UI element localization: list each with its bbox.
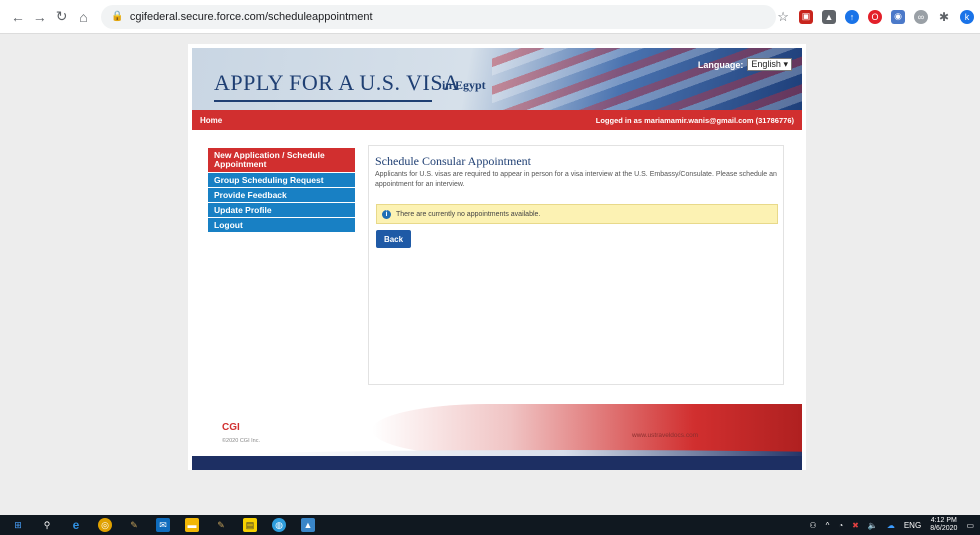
windows-taskbar: ⊞ ⚲ e ◎ ✎ ✉ ▬ ✎ ▤ ◍ ▲ ⚇ ^ ◔ ✖ 🔈 ☁ ENG 4:… <box>0 515 980 535</box>
clock-date: 8/6/2020 <box>930 525 958 532</box>
star-icon[interactable]: ☆ <box>776 9 790 24</box>
footer-red-wave <box>372 404 802 456</box>
reload-icon[interactable]: ↻ <box>52 7 72 27</box>
app-tool-icon[interactable]: ✎ <box>127 518 141 532</box>
alert-icon[interactable]: ✖ <box>852 521 859 530</box>
puzzle-icon[interactable]: ✱ <box>937 10 951 24</box>
photos-icon[interactable]: ▲ <box>301 518 315 532</box>
login-status: Logged in as mariamamir.wanis@gmail.com … <box>595 115 794 125</box>
forward-arrow-icon[interactable]: → <box>30 7 50 27</box>
menu-item-new-application[interactable]: New Application / Schedule Appointment <box>208 148 355 173</box>
banner-title: APPLY FOR A U.S. VISA <box>214 70 460 102</box>
drive-icon[interactable]: ▲ <box>822 9 837 24</box>
footer: CGI ©2020 CGI Inc. www.ustraveldocs.com <box>192 400 802 470</box>
extensions-area: ☆ ▣ ▲ ↑ O ◉ ∞ ✱ k <box>776 9 975 24</box>
opera-icon[interactable]: O <box>868 9 883 24</box>
notification-icon[interactable]: ▭ <box>966 521 974 530</box>
pdf-icon[interactable]: ▣ <box>799 9 814 24</box>
system-tray: ⚇ ^ ◔ ✖ 🔈 ☁ ENG 4:12 PM 8/6/2020 ▭ <box>809 517 974 533</box>
outlook-icon[interactable]: ✉ <box>156 518 170 532</box>
chrome-icon[interactable]: ◎ <box>98 518 112 532</box>
alert-text: There are currently no appointments avai… <box>396 210 541 218</box>
menu-item-update-profile[interactable]: Update Profile <box>208 203 355 218</box>
browser-toolbar: ← → ↻ ⌂ 🔒 cgifederal.secure.force.com/sc… <box>0 0 980 34</box>
home-icon[interactable]: ⌂ <box>74 7 94 27</box>
chevron-down-icon: ▾ <box>783 59 788 69</box>
file-explorer-icon[interactable]: ▬ <box>185 518 199 532</box>
home-link[interactable]: Home <box>200 116 222 125</box>
search-icon[interactable]: ⚲ <box>40 518 54 532</box>
banner-title-text: APPLY FOR A U.S. VISA <box>214 70 460 95</box>
menu-item-logout[interactable]: Logout <box>208 218 355 233</box>
url-text: cgifederal.secure.force.com/scheduleappo… <box>129 10 373 23</box>
no-appointments-alert: i There are currently no appointments av… <box>376 204 778 224</box>
language-selector: Language: English ▾ <box>698 58 792 71</box>
banner-country: in Egypt <box>442 78 486 92</box>
top-nav-bar: Home Logged in as mariamamir.wanis@gmail… <box>192 110 802 130</box>
address-bar[interactable]: 🔒 cgifederal.secure.force.com/scheduleap… <box>101 4 777 29</box>
lock-icon: 🔒 <box>111 11 124 22</box>
clock-time: 4:12 PM <box>930 517 957 524</box>
arrow-up-icon[interactable]: ↑ <box>845 9 860 24</box>
volume-icon[interactable]: 🔈 <box>868 521 878 530</box>
edge-icon[interactable]: e <box>69 518 83 532</box>
windows-start-icon[interactable]: ⊞ <box>11 518 25 532</box>
onedrive-icon[interactable]: ☁ <box>887 521 895 530</box>
description-text: Applicants for U.S. visas are required t… <box>375 171 777 188</box>
back-arrow-icon[interactable]: ← <box>8 7 28 27</box>
chevron-up-icon[interactable]: ^ <box>826 521 830 530</box>
menu-item-feedback[interactable]: Provide Feedback <box>208 188 355 203</box>
profile-icon[interactable]: k <box>960 9 975 24</box>
info-icon: i <box>382 209 391 219</box>
appointment-panel: Schedule Consular Appointment Applicants… <box>368 145 784 385</box>
page-card: APPLY FOR A U.S. VISA in Egypt Language:… <box>188 44 806 470</box>
network-icon[interactable]: ◔ <box>838 521 843 530</box>
globe-icon[interactable]: ◍ <box>272 518 286 532</box>
link-icon[interactable]: ∞ <box>914 9 929 24</box>
sticky-notes-icon[interactable]: ▤ <box>243 518 257 532</box>
pen-tool-icon[interactable]: ✎ <box>214 518 228 532</box>
menu-item-group-scheduling[interactable]: Group Scheduling Request <box>208 173 355 188</box>
visa-banner: APPLY FOR A U.S. VISA in Egypt Language:… <box>192 48 802 110</box>
language-dropdown[interactable]: English ▾ <box>747 58 792 71</box>
back-button[interactable]: Back <box>376 230 411 248</box>
site-link[interactable]: www.ustraveldocs.com <box>632 432 698 439</box>
language-label: Language: <box>697 59 744 70</box>
footer-navy-band <box>192 456 802 470</box>
camera-icon[interactable]: ◉ <box>891 9 906 24</box>
language-indicator[interactable]: ENG <box>904 521 921 530</box>
copyright-text: ©2020 CGI Inc. <box>222 438 260 444</box>
title-underline <box>214 100 432 102</box>
page-title: Schedule Consular Appointment <box>375 154 531 168</box>
language-value: English <box>751 59 781 69</box>
side-menu: New Application / Schedule Appointment G… <box>208 148 355 233</box>
clock[interactable]: 4:12 PM 8/6/2020 <box>930 517 957 533</box>
cgi-logo: CGI <box>222 422 240 433</box>
people-icon[interactable]: ⚇ <box>809 521 816 530</box>
